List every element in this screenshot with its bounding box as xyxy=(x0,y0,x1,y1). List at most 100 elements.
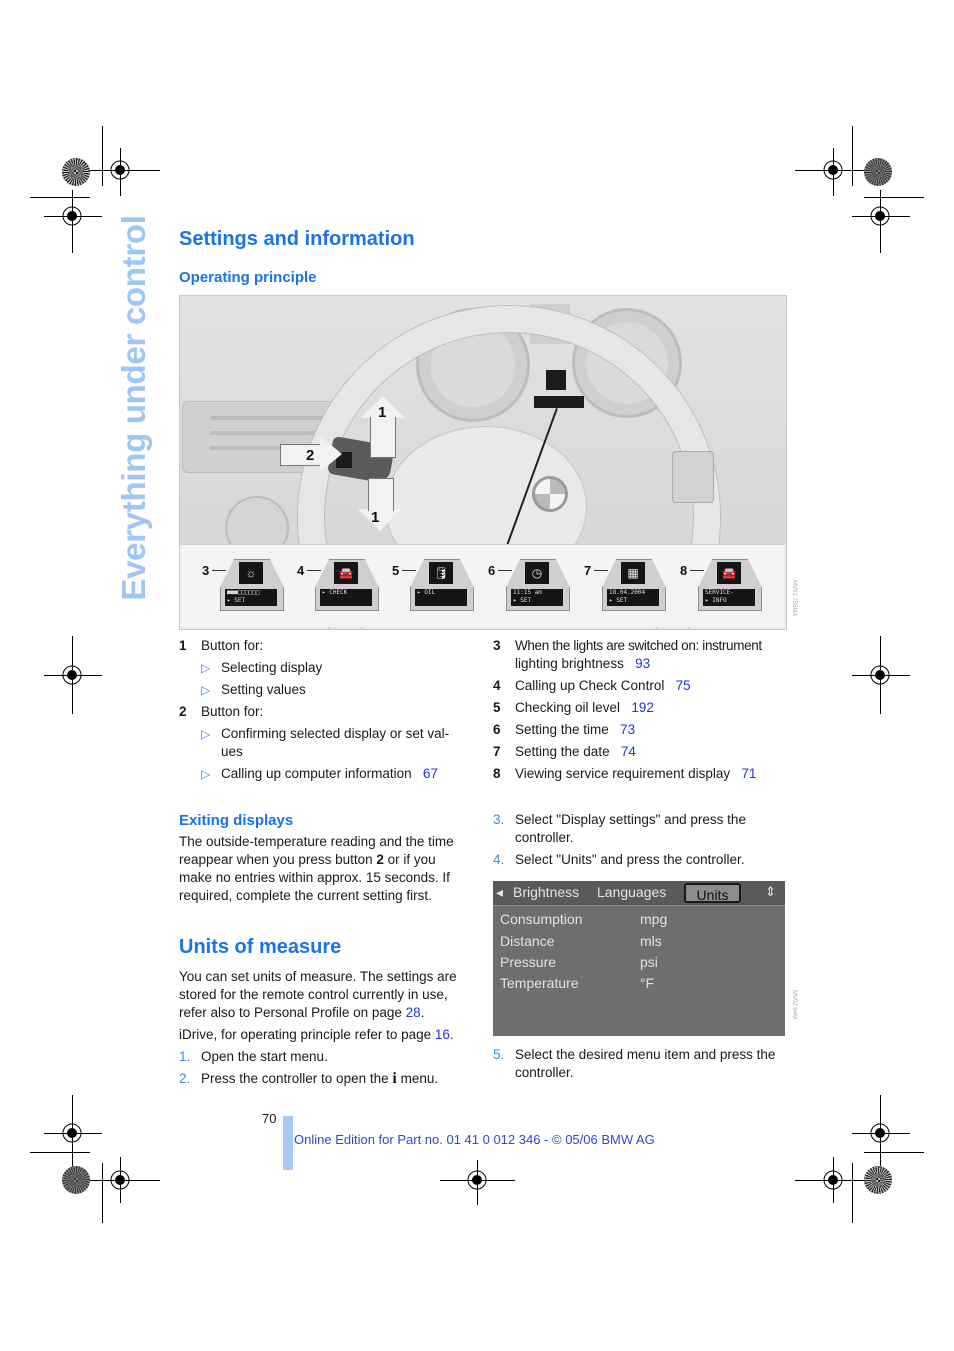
display-variant-7: ▦ 18.04.2004 ▸ SET xyxy=(602,559,666,611)
registration-mark-icon xyxy=(870,206,890,226)
dashboard-drawing: 1 2 1 xyxy=(180,296,786,629)
back-arrow-icon[interactable]: ◂ xyxy=(496,884,503,901)
scroll-indicator-icon: ⇕ xyxy=(765,884,776,899)
tab-units[interactable]: Units xyxy=(684,883,741,903)
menu-row-consumption[interactable]: Consumption xyxy=(500,911,583,927)
value-distance: mls xyxy=(640,933,662,949)
display-callout-4: 4 xyxy=(297,563,305,578)
display-callout-3: 3 xyxy=(202,563,210,578)
display-text: ▸ CHECK xyxy=(320,589,372,606)
display-callout-5: 5 xyxy=(392,563,400,578)
triangle-bullet-icon: ▷ xyxy=(201,661,211,675)
display-variant-3: ☼ ■■■□□□□□□ ▸ SET xyxy=(220,559,284,611)
legend-sub-item: ▷ Setting values xyxy=(201,682,306,697)
legend-sub-item: ▷ Calling up computer information 67 xyxy=(201,766,438,781)
triangle-bullet-icon: ▷ xyxy=(201,727,211,741)
display-callout-6: 6 xyxy=(488,563,496,578)
subsection-title-operating-principle: Operating principle xyxy=(179,269,317,286)
calendar-icon: ▦ xyxy=(621,562,645,584)
registration-mark-icon xyxy=(62,1123,82,1143)
page-link[interactable]: 67 xyxy=(423,766,438,781)
registration-mark-icon xyxy=(823,1170,843,1190)
clock-icon: ◷ xyxy=(525,562,549,584)
color-rosette-icon xyxy=(62,158,90,186)
footer-bar xyxy=(283,1116,293,1170)
bmw-logo-icon xyxy=(532,476,568,512)
registration-mark-icon xyxy=(823,160,843,180)
triangle-bullet-icon: ▷ xyxy=(201,767,211,781)
units-paragraph: You can set units of measure. The settin… xyxy=(179,968,474,1088)
idrive-tab-bar: ◂ Brightness Languages Units ⇕ xyxy=(493,881,785,906)
page-number: 70 xyxy=(262,1111,277,1126)
legend-item-3: 3 When the lights are switched on: instru… xyxy=(493,638,762,671)
callout-2: 2 xyxy=(306,447,315,464)
registration-mark-icon xyxy=(62,206,82,226)
value-pressure: psi xyxy=(640,954,658,970)
legend-right: 3 When the lights are switched on: instru… xyxy=(493,637,788,783)
triangle-bullet-icon: ▷ xyxy=(201,683,211,697)
step-5: 5. Select the desired menu item and press… xyxy=(493,1047,776,1080)
display-text: SERVICE- ▸ INFO xyxy=(703,589,755,606)
page-link[interactable]: 16 xyxy=(435,1027,450,1042)
page-link[interactable]: 28 xyxy=(406,1005,421,1020)
legend-sub-item: ▷ Selecting display xyxy=(201,660,323,675)
display-variant-8: 🚘 SERVICE- ▸ INFO xyxy=(698,559,762,611)
legend-item-2: 2 Button for: xyxy=(179,704,264,719)
color-rosette-icon xyxy=(864,1166,892,1194)
brightness-icon: ☼ xyxy=(239,562,263,584)
registration-mark-icon xyxy=(62,665,82,685)
car-icon: 🚘 xyxy=(334,562,358,584)
registration-mark-icon xyxy=(870,1123,890,1143)
menu-row-distance[interactable]: Distance xyxy=(500,933,554,949)
page-link[interactable]: 74 xyxy=(621,744,636,759)
car-service-icon: 🚘 xyxy=(717,562,741,584)
registration-mark-icon xyxy=(870,665,890,685)
value-temperature: °F xyxy=(640,975,655,991)
chapter-side-tab: Everything under control xyxy=(112,215,156,600)
page-link[interactable]: 75 xyxy=(676,678,691,693)
registration-mark-icon xyxy=(110,1170,130,1190)
legend-sub-item: ▷ Confirming selected display or set val-… xyxy=(201,726,450,759)
display-callout-8: 8 xyxy=(680,563,688,578)
display-variant-5: 🛢 ▸ OIL xyxy=(410,559,474,611)
page-link[interactable]: 93 xyxy=(635,656,650,671)
legend-item-1: 1 Button for: xyxy=(179,638,264,653)
page-link[interactable]: 71 xyxy=(741,766,756,781)
page-link[interactable]: 73 xyxy=(620,722,635,737)
cluster-icon-display xyxy=(546,370,566,390)
legend-item-8: 8 Viewing service requirement display 71 xyxy=(493,766,757,781)
legend-item-7: 7 Setting the date 74 xyxy=(493,744,636,759)
registration-mark-icon xyxy=(467,1170,487,1190)
exiting-paragraph: The outside-temperature reading and the … xyxy=(179,834,454,903)
step-2: 2. Press the controller to open the i men… xyxy=(179,1070,439,1087)
display-variant-6: ◷ 11:15 am ▸ SET xyxy=(506,559,570,611)
display-text: ▸ OIL xyxy=(415,589,467,606)
tab-languages[interactable]: Languages xyxy=(597,884,666,900)
subsection-title-exiting-displays: Exiting displays xyxy=(179,812,294,829)
menu-row-temperature[interactable]: Temperature xyxy=(500,975,579,991)
instrument-cluster-illustration: 1 2 1 3 ☼ ■■■□□□□□□ ▸ SET 4 🚘 ▸ CHECK 5 🛢 ▸ OIL 6 ◷… xyxy=(179,295,787,630)
registration-mark-icon xyxy=(110,160,130,180)
color-rosette-icon xyxy=(62,1166,90,1194)
menu-row-pressure[interactable]: Pressure xyxy=(500,954,556,970)
image-code: MV02 64M xyxy=(791,990,797,1020)
legend-item-6: 6 Setting the time 73 xyxy=(493,722,636,737)
legend-item-4: 4 Calling up Check Control 75 xyxy=(493,678,691,693)
display-text: ■■■□□□□□□ ▸ SET xyxy=(225,589,277,606)
legend-left: 1 Button for: ▷ Selecting display ▷ Setting… xyxy=(179,637,469,783)
page-link[interactable]: 192 xyxy=(631,700,654,715)
footer-edition: Online Edition for Part no. 01 41 0 012 … xyxy=(294,1132,655,1147)
display-text: 18.04.2004 ▸ SET xyxy=(607,589,659,606)
idrive-units-screen: ◂ Brightness Languages Units ⇕ Consumpti… xyxy=(493,881,785,1036)
step-1: 1. Open the start menu. xyxy=(179,1049,328,1064)
section-title: Settings and information xyxy=(179,228,415,250)
value-consumption: mpg xyxy=(640,911,668,927)
step-4: 4. Select "Units" and press the controlle… xyxy=(493,852,745,867)
display-variants-strip: 3 ☼ ■■■□□□□□□ ▸ SET 4 🚘 ▸ CHECK 5 🛢 ▸ OIL 6 ◷ 11:15 … xyxy=(180,544,784,627)
section-title-units-of-measure: Units of measure xyxy=(179,936,342,958)
steps-right: 3. Select "Display settings" and press th… xyxy=(493,811,788,869)
tab-brightness[interactable]: Brightness xyxy=(513,884,579,900)
callout-1-top: 1 xyxy=(378,404,387,421)
cluster-bar-display xyxy=(534,396,584,408)
step-3: 3. Select "Display settings" and press th… xyxy=(493,812,746,845)
